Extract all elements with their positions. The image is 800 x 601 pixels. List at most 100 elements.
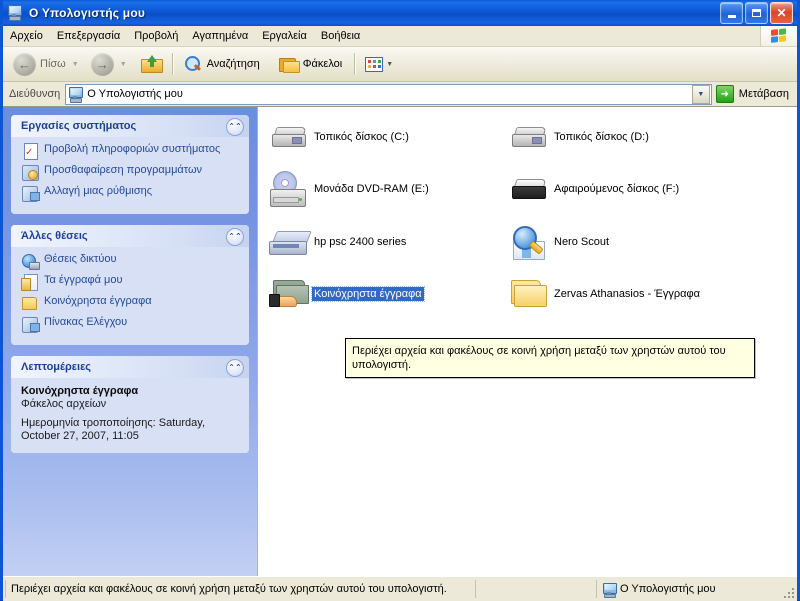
- window-title: Ο Υπολογιστής μου: [29, 6, 146, 20]
- maximize-button[interactable]: [745, 2, 768, 24]
- forward-arrow-icon: →: [90, 52, 114, 76]
- details-modified-date: Ημερομηνία τροποποίησης: Saturday, Octob…: [21, 417, 206, 442]
- forward-button[interactable]: → ▼: [87, 50, 131, 78]
- folders-button[interactable]: Φάκελοι: [275, 50, 349, 78]
- up-button[interactable]: [137, 50, 167, 78]
- sidebar-link-my-documents[interactable]: Τα έγγραφά μου: [21, 274, 241, 291]
- close-button[interactable]: ✕: [770, 2, 793, 24]
- list-item-label: Μονάδα DVD-RAM (E:): [314, 183, 429, 195]
- panel-header[interactable]: Άλλες θέσεις ⌃⌃: [11, 225, 249, 247]
- address-dropdown-icon[interactable]: ▼: [691, 84, 710, 104]
- menu-item-file[interactable]: Αρχείο: [3, 28, 50, 44]
- menu-item-favorites[interactable]: Αγαπημένα: [185, 28, 255, 44]
- list-item-label: Zervas Athanasios - Έγγραφα: [554, 288, 701, 300]
- task-sidebar: Εργασίες συστήματος ⌃⌃ ✓ Προβολή πληροφο…: [3, 107, 257, 576]
- go-button[interactable]: ➜ Μετάβαση: [712, 84, 794, 104]
- hard-disk-icon: [506, 116, 552, 158]
- status-middle: [476, 580, 597, 598]
- search-button[interactable]: Αναζήτηση: [179, 50, 267, 78]
- my-computer-icon: [68, 87, 84, 103]
- details-item-type: Φάκελος αρχείων: [21, 398, 107, 410]
- panel-details: Λεπτομέρειες ⌃⌃ Κοινόχρηστα έγγραφα Φάκε…: [11, 356, 249, 453]
- list-item-label: Τοπικός δίσκος (D:): [554, 131, 649, 143]
- folders-icon: [278, 56, 300, 73]
- panel-title: Άλλες θέσεις: [21, 230, 88, 242]
- windows-flag-icon: [760, 26, 797, 46]
- panel-header[interactable]: Λεπτομέρειες ⌃⌃: [11, 356, 249, 378]
- chevron-up-icon[interactable]: ⌃⌃: [226, 359, 244, 377]
- panel-title: Λεπτομέρειες: [21, 361, 92, 373]
- sidebar-link-label: Κοινόχρηστα έγγραφα: [44, 295, 152, 307]
- back-button[interactable]: ← Πίσω ▼: [9, 50, 83, 78]
- menu-item-help[interactable]: Βοήθεια: [314, 28, 367, 44]
- list-item[interactable]: Μονάδα DVD-RAM (E:): [266, 167, 431, 211]
- status-text: Περιέχει αρχεία και φακέλους σε κοινή χρ…: [5, 580, 476, 598]
- tooltip: Περιέχει αρχεία και φακέλους σε κοινή χρ…: [345, 338, 755, 378]
- my-computer-icon: [602, 582, 617, 598]
- dvd-drive-icon: [266, 168, 312, 210]
- list-item[interactable]: Nero Scout: [506, 220, 611, 264]
- search-label: Αναζήτηση: [206, 58, 260, 70]
- up-folder-icon: [140, 55, 163, 73]
- views-dropdown-icon[interactable]: ▼: [383, 61, 393, 68]
- list-item[interactable]: Zervas Athanasios - Έγγραφα: [506, 272, 702, 316]
- sidebar-link-label: Αλλαγή μιας ρύθμισης: [44, 185, 153, 197]
- title-bar[interactable]: Ο Υπολογιστής μου ✕: [3, 0, 797, 26]
- explorer-window: Ο Υπολογιστής μου ✕ Αρχείο Επεξεργασία Π…: [0, 0, 800, 601]
- menu-item-tools[interactable]: Εργαλεία: [255, 28, 314, 44]
- status-bar: Περιέχει αρχεία και φακέλους σε κοινή χρ…: [3, 576, 797, 601]
- chevron-up-icon[interactable]: ⌃⌃: [226, 118, 244, 136]
- folders-label: Φάκελοι: [302, 58, 343, 70]
- menu-item-view[interactable]: Προβολή: [127, 28, 185, 44]
- sidebar-link-change-setting[interactable]: Αλλαγή μιας ρύθμισης: [21, 185, 241, 202]
- go-label: Μετάβαση: [738, 88, 789, 100]
- list-item-label: hp psc 2400 series: [314, 236, 407, 248]
- close-icon: ✕: [776, 6, 787, 20]
- window-controls: ✕: [720, 2, 795, 24]
- status-location-label: Ο Υπολογιστής μου: [620, 583, 716, 595]
- views-icon: [365, 56, 384, 72]
- my-computer-icon: [7, 5, 24, 21]
- add-remove-programs-icon: [21, 164, 39, 181]
- sidebar-link-system-info[interactable]: ✓ Προβολή πληροφοριών συστήματος: [21, 143, 241, 160]
- sidebar-link-shared-documents[interactable]: Κοινόχρηστα έγγραφα: [21, 295, 241, 311]
- address-bar: Διεύθυνση Ο Υπολογιστής μου ▼ ➜ Μετάβαση: [3, 82, 797, 107]
- forward-dropdown-icon[interactable]: ▼: [114, 61, 127, 68]
- sidebar-link-label: Προβολή πληροφοριών συστήματος: [44, 143, 221, 155]
- address-input[interactable]: Ο Υπολογιστής μου ▼: [65, 83, 712, 105]
- folder-icon: [506, 273, 552, 315]
- chevron-up-icon[interactable]: ⌃⌃: [226, 228, 244, 246]
- removable-disk-icon: [506, 168, 552, 210]
- list-item[interactable]: hp psc 2400 series: [266, 220, 408, 264]
- panel-body: ✓ Προβολή πληροφοριών συστήματος Προσθαφ…: [11, 137, 249, 214]
- panel-body: Θέσεις δικτύου Τα έγγραφά μου Κοινόχρηστ…: [11, 247, 249, 345]
- address-value: Ο Υπολογιστής μου: [87, 88, 183, 100]
- list-item-label: Nero Scout: [554, 236, 610, 248]
- sidebar-link-add-remove-programs[interactable]: Προσθαφαίρεση προγραμμάτων: [21, 164, 241, 181]
- list-item-label: Αφαιρούμενος δίσκος (F:): [554, 183, 680, 195]
- sidebar-link-control-panel[interactable]: Πίνακας Ελέγχου: [21, 316, 241, 333]
- sidebar-link-network-places[interactable]: Θέσεις δικτύου: [21, 253, 241, 270]
- list-item[interactable]: Τοπικός δίσκος (C:): [266, 115, 411, 159]
- back-dropdown-icon[interactable]: ▼: [69, 61, 79, 68]
- panel-title: Εργασίες συστήματος: [21, 120, 137, 132]
- system-info-icon: ✓: [21, 143, 39, 160]
- panel-header[interactable]: Εργασίες συστήματος ⌃⌃: [11, 115, 249, 137]
- status-location: Ο Υπολογιστής μου: [597, 580, 797, 598]
- sidebar-link-label: Τα έγγραφά μου: [44, 274, 123, 286]
- list-item-shared-documents[interactable]: Κοινόχρηστα έγγραφα: [266, 272, 425, 316]
- toolbar: ← Πίσω ▼ → ▼ Αναζήτηση Φάκελοι ▼: [3, 47, 797, 82]
- shared-documents-icon: [21, 295, 39, 311]
- list-item[interactable]: Αφαιρούμενος δίσκος (F:): [506, 167, 681, 211]
- panel-system-tasks: Εργασίες συστήματος ⌃⌃ ✓ Προβολή πληροφο…: [11, 115, 249, 214]
- list-item-label: Κοινόχρηστα έγγραφα: [311, 286, 425, 302]
- details-item-name: Κοινόχρηστα έγγραφα: [21, 385, 139, 397]
- sidebar-link-label: Πίνακας Ελέγχου: [44, 316, 128, 328]
- views-button[interactable]: ▼: [361, 50, 397, 78]
- shared-folder-icon: [266, 273, 312, 315]
- resize-grip[interactable]: [782, 586, 794, 598]
- toolbar-separator: [171, 53, 174, 75]
- menu-item-edit[interactable]: Επεξεργασία: [50, 28, 127, 44]
- minimize-button[interactable]: [720, 2, 743, 24]
- list-item[interactable]: Τοπικός δίσκος (D:): [506, 115, 651, 159]
